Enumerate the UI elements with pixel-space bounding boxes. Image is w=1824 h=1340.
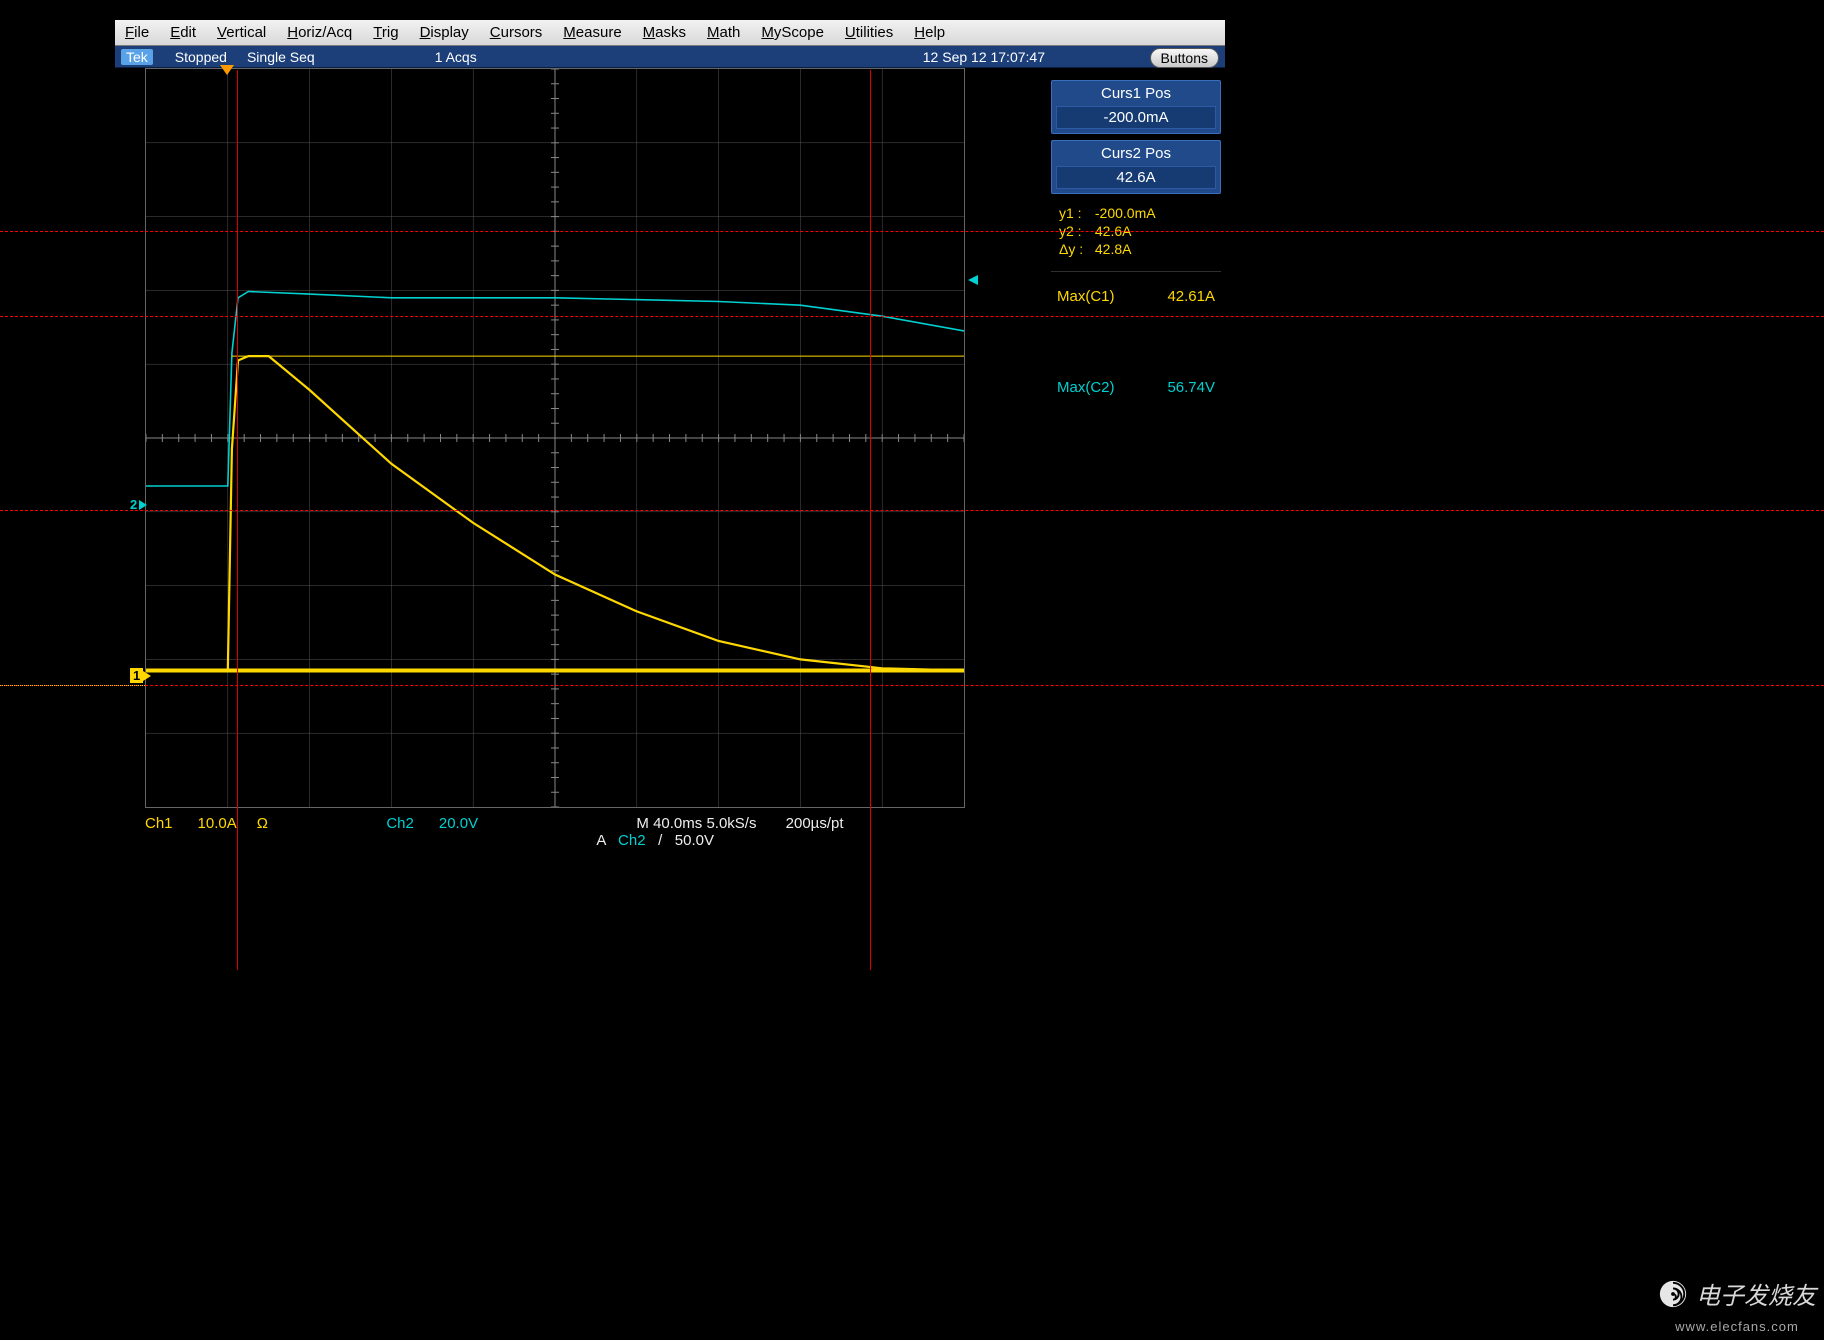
measure-max-c2: Max(C2) 56.74V (1051, 373, 1221, 398)
oscilloscope-window: File Edit Vertical Horiz/Acq Trig Displa… (115, 20, 1225, 975)
menu-display[interactable]: Display (420, 24, 469, 41)
status-bar: Tek Stopped Single Seq 1 Acqs 12 Sep 12 … (115, 46, 1225, 68)
curs1-title: Curs1 Pos (1056, 85, 1216, 102)
brand-badge: Tek (121, 49, 153, 65)
status-acqs: 1 Acqs (435, 49, 477, 65)
cursor2-line[interactable] (0, 231, 1824, 232)
menu-math[interactable]: Math (707, 24, 740, 41)
status-mode: Single Seq (247, 49, 315, 65)
waveform-svg (146, 69, 964, 807)
ch1-ground-marker[interactable]: 1 (130, 668, 143, 683)
trig-source: Ch2 (618, 832, 646, 849)
curs2-title: Curs2 Pos (1056, 145, 1216, 162)
menu-utilities[interactable]: Utilities (845, 24, 893, 41)
watermark-site: www.elecfans.com (1675, 1319, 1799, 1334)
curs2-pos-box[interactable]: Curs2 Pos 42.6A (1051, 140, 1221, 194)
red-vline-right (870, 70, 871, 970)
red-line-ch2 (0, 316, 1824, 317)
red-vline-left (237, 70, 238, 970)
menu-help[interactable]: Help (914, 24, 945, 41)
ch1-scale: 10.0A (198, 815, 236, 832)
trig-edge-icon: / (658, 832, 662, 849)
cursor1-line[interactable] (0, 685, 1824, 686)
sample-rate: 200µs/pt (786, 815, 844, 832)
status-datetime: 12 Sep 12 17:07:47 (923, 49, 1045, 65)
buttons-toggle[interactable]: Buttons (1150, 48, 1219, 68)
menu-horiz-acq[interactable]: Horiz/Acq (287, 24, 352, 41)
status-state: Stopped (175, 49, 227, 65)
ch1-label: Ch1 (145, 815, 173, 832)
measure-max-c1: Max(C1) 42.61A (1051, 282, 1221, 307)
watermark-brand: 电子发烧友 (1696, 1276, 1816, 1311)
menu-trig[interactable]: Trig (373, 24, 398, 41)
trig-level: 50.0V (675, 832, 714, 849)
ch1-zero-ext (0, 685, 145, 686)
cursor-measure-panel: Curs1 Pos -200.0mA Curs2 Pos 42.6A y1 : … (1051, 80, 1221, 398)
ch2-scale: 20.0V (439, 815, 478, 832)
curs1-value: -200.0mA (1056, 106, 1216, 129)
curs1-pos-box[interactable]: Curs1 Pos -200.0mA (1051, 80, 1221, 134)
ch2-label: Ch2 (386, 815, 414, 832)
menu-file[interactable]: File (125, 24, 149, 41)
trig-a: A (596, 832, 605, 849)
menu-bar: File Edit Vertical Horiz/Acq Trig Displa… (115, 20, 1225, 46)
ch2-trace-arrow-icon (968, 275, 978, 285)
menu-measure[interactable]: Measure (563, 24, 621, 41)
curs2-value: 42.6A (1056, 166, 1216, 189)
menu-cursors[interactable]: Cursors (490, 24, 543, 41)
watermark: 电子发烧友 www.elecfans.com (1658, 1276, 1816, 1334)
waveform-plot[interactable] (145, 68, 965, 808)
menu-myscope[interactable]: MyScope (761, 24, 824, 41)
menu-vertical[interactable]: Vertical (217, 24, 266, 41)
trigger-marker-icon (220, 65, 234, 75)
menu-edit[interactable]: Edit (170, 24, 196, 41)
red-line-mid (0, 510, 1824, 511)
menu-masks[interactable]: Masks (643, 24, 686, 41)
ch1-impedance: Ω (257, 815, 268, 832)
timebase: M 40.0ms 5.0kS/s (636, 815, 756, 832)
channel-info-bar: Ch1 10.0A Ω Ch2 20.0V M 40.0ms 5.0kS/s 2… (145, 815, 965, 849)
elecfans-logo-icon (1658, 1279, 1688, 1309)
